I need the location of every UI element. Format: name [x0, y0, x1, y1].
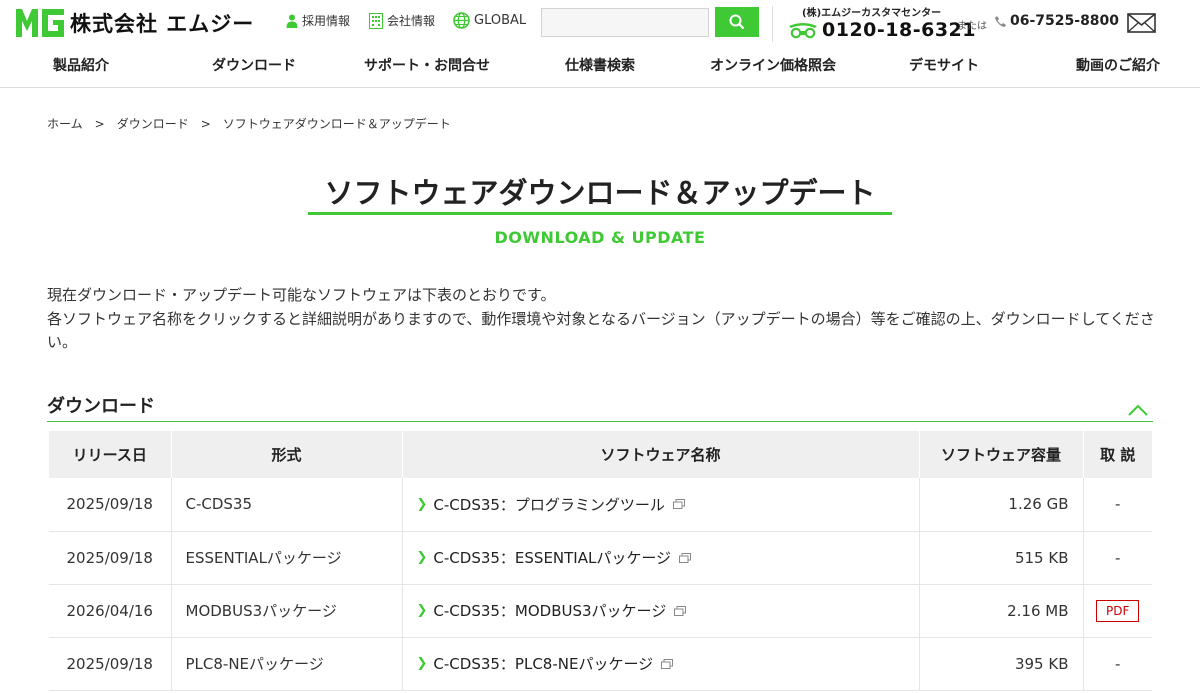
col-manual: 取 説 [1083, 431, 1152, 478]
external-link-icon [661, 658, 674, 669]
global-link[interactable]: GLOBAL [453, 12, 526, 29]
nav-support[interactable]: サポート・お問合せ [364, 55, 490, 75]
building-icon [369, 12, 383, 29]
search-button[interactable] [715, 7, 759, 37]
external-link-icon [679, 552, 692, 563]
phone-label: 06-7525-8800 [1010, 13, 1120, 29]
format: MODBUS3パッケージ [171, 584, 403, 638]
breadcrumb-separator: > [94, 116, 105, 131]
software-name: C-CDS35：プログラミングツール [433, 495, 665, 514]
customer-center-label: (株)エムジーカスタマセンター [802, 8, 942, 19]
breadcrumb-download[interactable]: ダウンロード [117, 115, 189, 132]
search-icon [729, 14, 745, 30]
software-size: 515 KB [919, 531, 1084, 585]
recruit-link[interactable]: 採用情報 [286, 12, 350, 29]
main-nav: 製品紹介 ダウンロード サポート・お問合せ 仕様書検索 オンライン価格照会 デモ… [0, 55, 1200, 75]
software-name: C-CDS35：PLC8-NEパッケージ [433, 655, 654, 673]
or-label: または [957, 21, 987, 32]
section-underline [47, 421, 1153, 422]
manual: - [1083, 531, 1152, 585]
software-name: C-CDS35：MODBUS3パッケージ [433, 602, 667, 620]
company-info-link[interactable]: 会社情報 [369, 12, 435, 29]
search-input[interactable] [541, 8, 709, 37]
header-divider [772, 6, 773, 42]
format: C-CDS35 [171, 478, 403, 532]
table-header-row: リリース日 形式 ソフトウェア名称 ソフトウェア容量 取 説 [49, 431, 1152, 478]
free-dial-icon [789, 23, 817, 39]
software-link[interactable]: ❯ C-CDS35：ESSENTIALパッケージ [417, 547, 905, 568]
intro-line-1: 現在ダウンロード・アップデート可能なソフトウェアは下表のとおりです。 [47, 286, 556, 304]
nav-download[interactable]: ダウンロード [212, 55, 296, 75]
manual: - [1083, 478, 1152, 532]
chevron-right-icon: ❯ [416, 603, 428, 618]
table-row: 2025/09/18 PLC8-NEパッケージ ❯ C-CDS35：PLC8-NE… [49, 637, 1152, 691]
breadcrumb-current: ソフトウェアダウンロード＆アップデート [222, 117, 451, 131]
software-link[interactable]: ❯ C-CDS35：PLC8-NEパッケージ [417, 653, 905, 674]
title-underline [308, 212, 892, 215]
table-row: 2025/09/18 C-CDS35 ❯ C-CDS35：プログラミングツール 1… [49, 478, 1152, 532]
software-name: C-CDS35：ESSENTIALパッケージ [433, 549, 672, 567]
release-date: 2026/04/16 [49, 584, 172, 638]
nav-spec-search[interactable]: 仕様書検索 [565, 55, 635, 75]
site-header: 株式会社 エムジー 採用情報 会社情報 GLOBAL (株)エムジーカスタマセン… [0, 0, 1200, 88]
global-label: GLOBAL [474, 13, 527, 28]
page-title: ソフトウェアダウンロード＆アップデート [324, 176, 876, 210]
breadcrumb-home[interactable]: ホーム [47, 115, 83, 132]
nav-price-inquiry[interactable]: オンライン価格照会 [710, 55, 836, 75]
table-row: 2026/04/16 MODBUS3パッケージ ❯ C-CDS35：MODBUS3… [49, 584, 1152, 638]
col-format: 形式 [171, 431, 403, 478]
section-title: ダウンロード [47, 396, 155, 417]
col-software-size: ソフトウェア容量 [919, 431, 1084, 478]
toll-free-number[interactable]: 0120-18-6321 [788, 19, 976, 41]
software-size: 395 KB [919, 637, 1084, 691]
software-link[interactable]: ❯ C-CDS35：MODBUS3パッケージ [417, 600, 905, 621]
release-date: 2025/09/18 [49, 637, 172, 691]
toll-free-label: 0120-18-6321 [822, 19, 976, 41]
software-size: 2.16 MB [919, 584, 1084, 638]
nav-products[interactable]: 製品紹介 [53, 55, 109, 75]
company-info-label: 会社情報 [387, 14, 436, 28]
company-name: 株式会社 エムジー [70, 12, 255, 36]
manual: - [1083, 637, 1152, 691]
download-table: リリース日 形式 ソフトウェア名称 ソフトウェア容量 取 説 2025/09/1… [49, 431, 1152, 691]
page-subtitle: DOWNLOAD & UPDATE [494, 228, 706, 247]
intro-line-2: 各ソフトウェア名称をクリックすると詳細説明がありますので、動作環境や対象となるバ… [47, 309, 1155, 352]
col-software-name: ソフトウェア名称 [402, 431, 920, 478]
release-date: 2025/09/18 [49, 531, 172, 585]
col-release-date: リリース日 [49, 431, 172, 478]
chevron-right-icon: ❯ [416, 496, 428, 512]
person-icon [286, 14, 298, 28]
format: PLC8-NEパッケージ [171, 637, 403, 691]
nav-demo-site[interactable]: デモサイト [909, 55, 979, 75]
table-row: 2025/09/18 ESSENTIALパッケージ ❯ C-CDS35：ESSEN… [49, 531, 1152, 585]
mg-logo-icon [16, 9, 64, 37]
phone-icon [995, 15, 1006, 27]
globe-icon [453, 12, 470, 29]
mail-icon[interactable] [1127, 13, 1156, 33]
external-link-icon [672, 499, 685, 510]
chevron-right-icon: ❯ [416, 656, 428, 671]
software-link[interactable]: ❯ C-CDS35：プログラミングツール [417, 494, 905, 515]
release-date: 2025/09/18 [49, 478, 172, 532]
format: ESSENTIALパッケージ [171, 531, 403, 585]
intro-text: 現在ダウンロード・アップデート可能なソフトウェアは下表のとおりです。 各ソフトウ… [47, 284, 1157, 355]
pdf-manual-button[interactable]: PDF [1096, 599, 1140, 622]
phone-number[interactable]: 06-7525-8800 [994, 13, 1119, 29]
software-size: 1.26 GB [919, 478, 1084, 532]
breadcrumb: ホーム > ダウンロード > ソフトウェアダウンロード＆アップデート [47, 115, 451, 132]
breadcrumb-separator: > [200, 116, 211, 131]
nav-videos[interactable]: 動画のご紹介 [1076, 55, 1160, 75]
chevron-up-icon[interactable] [1127, 403, 1149, 417]
chevron-right-icon: ❯ [416, 550, 428, 565]
recruit-label: 採用情報 [302, 14, 351, 28]
company-logo[interactable]: 株式会社 エムジー [14, 7, 254, 39]
external-link-icon [674, 605, 687, 616]
